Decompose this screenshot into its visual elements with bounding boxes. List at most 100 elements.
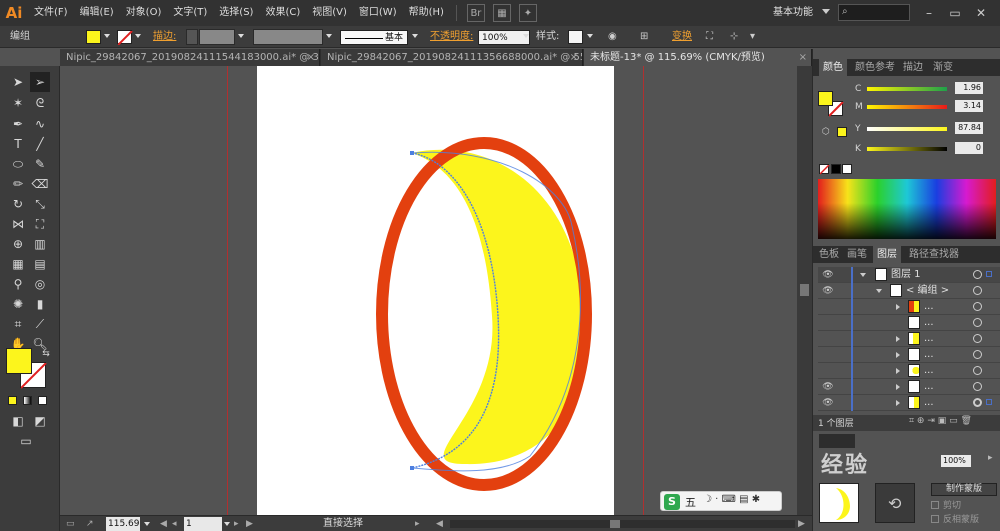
menu-file[interactable]: 文件(F) bbox=[28, 0, 74, 26]
fill-swatch[interactable] bbox=[86, 30, 101, 44]
panel-menu-icon[interactable]: ▾ bbox=[750, 29, 755, 45]
eye-icon[interactable]: 👁︎ bbox=[821, 268, 835, 282]
none-mode-icon[interactable] bbox=[38, 396, 47, 405]
transform-link[interactable]: 变换 bbox=[672, 29, 692, 45]
channel-c-slider[interactable] bbox=[867, 87, 947, 91]
out-of-gamut-swatch[interactable] bbox=[837, 127, 847, 137]
black-swatch[interactable] bbox=[831, 164, 841, 174]
slice-icon[interactable]: ⟋ bbox=[30, 314, 50, 334]
layer-row[interactable]: 👁︎ 图层 1 bbox=[818, 267, 1000, 283]
chevron-down-icon[interactable] bbox=[224, 522, 230, 526]
align-icon[interactable]: ⊞ bbox=[640, 29, 648, 45]
menu-edit[interactable]: 编辑(E) bbox=[74, 0, 120, 26]
tab-doc-1[interactable]: Nipic_29842067_20190824111544183000.ai* … bbox=[60, 49, 320, 66]
menu-window[interactable]: 窗口(W) bbox=[353, 0, 403, 26]
menu-help[interactable]: 帮助(H) bbox=[403, 0, 450, 26]
mask-thumbnail[interactable]: ⟲ bbox=[875, 483, 915, 523]
close-icon[interactable]: × bbox=[570, 49, 578, 66]
invert-mask-checkbox[interactable] bbox=[931, 515, 939, 523]
expand-toggle[interactable] bbox=[896, 368, 900, 374]
layer-row[interactable]: 👁︎ ... bbox=[818, 379, 1000, 395]
sublayer-name[interactable]: ... bbox=[924, 331, 934, 347]
blend-icon[interactable]: ◎ bbox=[30, 274, 50, 294]
layer-row[interactable]: ... bbox=[818, 347, 1000, 363]
layer-actions-icons[interactable]: ⌗ ⊕ ⇥ ▣ ▭ 🗑︎ bbox=[909, 416, 972, 426]
scroll-thumb[interactable] bbox=[800, 284, 809, 296]
tab-gradient[interactable]: 渐变 bbox=[929, 59, 957, 76]
fill-color-box-front[interactable] bbox=[6, 348, 32, 374]
chevron-down-icon[interactable] bbox=[238, 34, 244, 38]
layer-row[interactable]: 👁︎ < 编组 > bbox=[818, 283, 1000, 299]
chevron-down-icon[interactable] bbox=[523, 34, 529, 38]
free-transform-icon[interactable]: ⛶ bbox=[30, 214, 50, 234]
scroll-thumb[interactable] bbox=[610, 520, 620, 528]
expand-toggle[interactable] bbox=[896, 384, 900, 390]
selection-icon[interactable]: ➤ bbox=[8, 72, 28, 92]
width-icon[interactable]: ⋈ bbox=[8, 214, 28, 234]
eye-icon[interactable]: 👁︎ bbox=[821, 396, 835, 410]
chevron-down-icon[interactable] bbox=[822, 9, 830, 14]
direct-selection-icon[interactable]: ➢ bbox=[30, 72, 50, 92]
target-icon[interactable] bbox=[973, 366, 982, 375]
recolor-icon[interactable]: ◉ bbox=[608, 29, 617, 45]
search-input[interactable]: ⌕ bbox=[838, 4, 910, 21]
stroke-weight-stepper[interactable] bbox=[186, 29, 198, 45]
lasso-icon[interactable]: ᘓ bbox=[30, 93, 50, 113]
variable-width-profile[interactable] bbox=[253, 29, 323, 45]
artboard-nav-icon[interactable]: ▭ bbox=[66, 517, 75, 531]
layer-row[interactable]: ... bbox=[818, 331, 1000, 347]
tab-pathfinder[interactable]: 路径查找器 bbox=[905, 246, 963, 263]
last-page-icon[interactable]: ▶ bbox=[246, 517, 253, 531]
ime-tools-icons[interactable]: ☽ · ⌨ ▤ ✱ bbox=[703, 494, 760, 505]
sublayer-name[interactable]: ... bbox=[924, 347, 934, 363]
layer-row[interactable]: 👁︎ ... bbox=[818, 395, 1000, 411]
menu-type[interactable]: 文字(T) bbox=[167, 0, 213, 26]
mesh-icon[interactable]: ▦ bbox=[8, 254, 28, 274]
layer-name[interactable]: 图层 1 bbox=[891, 267, 921, 283]
screen-mode-icon[interactable]: ▭ bbox=[16, 431, 36, 451]
scale-icon[interactable]: ⤡ bbox=[30, 194, 50, 214]
target-icon[interactable] bbox=[973, 398, 982, 407]
symbol-sprayer-icon[interactable]: ✺ bbox=[8, 294, 28, 314]
curvature-icon[interactable]: ∿ bbox=[30, 114, 50, 134]
layer-row[interactable]: ... bbox=[818, 363, 1000, 379]
tab-layers[interactable]: 图层 bbox=[873, 246, 901, 263]
snap-icon[interactable]: ⊹ bbox=[730, 29, 738, 45]
expand-toggle[interactable] bbox=[896, 400, 900, 406]
expand-toggle[interactable] bbox=[896, 304, 900, 310]
scroll-left-icon[interactable]: ◀ bbox=[436, 517, 443, 531]
clip-checkbox[interactable] bbox=[931, 501, 939, 509]
horizontal-scrollbar[interactable] bbox=[450, 520, 795, 528]
export-icon[interactable]: ↗ bbox=[86, 517, 94, 531]
menu-select[interactable]: 选择(S) bbox=[213, 0, 259, 26]
expand-toggle[interactable] bbox=[896, 336, 900, 342]
tab-color-guide[interactable]: 颜色参考 bbox=[851, 59, 899, 76]
magic-wand-icon[interactable]: ✶ bbox=[8, 93, 28, 113]
anchor-point[interactable] bbox=[410, 151, 414, 155]
stroke-swatch[interactable] bbox=[117, 30, 133, 46]
tab-doc-2[interactable]: Nipic_29842067_20190824111356688000.ai* … bbox=[321, 49, 583, 66]
color-mode-icon[interactable] bbox=[8, 396, 17, 405]
chevron-right-icon[interactable]: ▸ bbox=[988, 453, 993, 463]
tab-stroke[interactable]: 描边 bbox=[899, 59, 927, 76]
eyedropper-icon[interactable]: ⚲ bbox=[8, 274, 28, 294]
target-icon[interactable] bbox=[973, 350, 982, 359]
channel-k-value[interactable]: 0 bbox=[955, 142, 983, 154]
channel-m-slider[interactable] bbox=[867, 105, 947, 109]
anchor-point[interactable] bbox=[410, 466, 414, 470]
channel-c-value[interactable]: 1.96 bbox=[955, 82, 983, 94]
target-icon[interactable] bbox=[973, 270, 982, 279]
ellipse-icon[interactable]: ⬭ bbox=[8, 154, 28, 174]
chevron-down-icon[interactable] bbox=[135, 34, 141, 38]
vertical-scrollbar[interactable] bbox=[797, 66, 812, 515]
chevron-down-icon[interactable] bbox=[412, 34, 418, 38]
selection-indicator[interactable] bbox=[986, 271, 992, 277]
chevron-down-icon[interactable] bbox=[104, 34, 110, 38]
column-graph-icon[interactable]: ▮ bbox=[30, 294, 50, 314]
channel-k-slider[interactable] bbox=[867, 147, 947, 151]
target-icon[interactable] bbox=[973, 286, 982, 295]
artwork[interactable] bbox=[60, 66, 797, 515]
draw-normal-icon[interactable]: ◧ bbox=[8, 411, 28, 431]
artboard-icon[interactable]: ⌗ bbox=[8, 314, 28, 334]
status-menu-icon[interactable]: ▸ bbox=[415, 517, 420, 531]
